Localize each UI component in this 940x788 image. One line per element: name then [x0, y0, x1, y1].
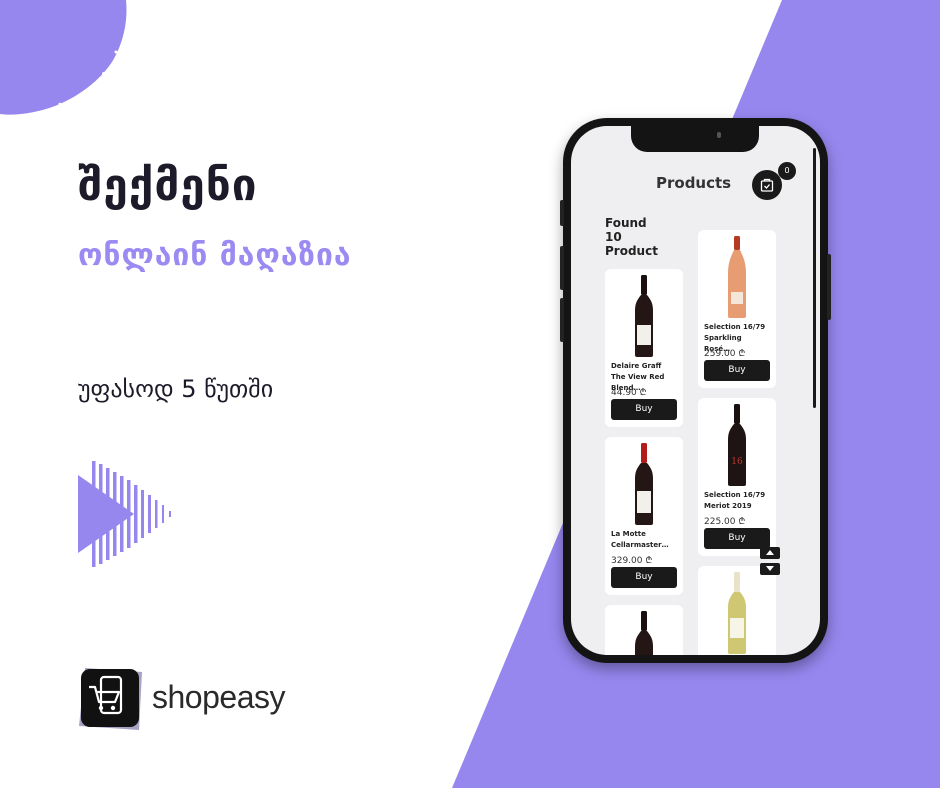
- power-button: [827, 254, 831, 320]
- rose-wine-bottle-icon: [728, 236, 746, 318]
- brand-name: shopeasy: [152, 679, 285, 715]
- svg-text:16: 16: [731, 457, 743, 467]
- product-card[interactable]: [698, 566, 776, 655]
- phone-screen: Products 0 Found 10 Product Delaire Graf…: [571, 126, 820, 655]
- product-price: 259.00 ₾: [704, 349, 746, 359]
- purple-corner-blob: [0, 0, 127, 115]
- buy-button[interactable]: Buy: [704, 528, 770, 549]
- buy-button[interactable]: Buy: [611, 399, 677, 420]
- phone-notch: [631, 126, 759, 152]
- product-price: 329.00 ₾: [611, 556, 653, 566]
- product-card[interactable]: La Motte Cellarmaster… 329.00 ₾ Buy: [605, 437, 683, 595]
- shopping-bag-icon: [760, 178, 774, 192]
- product-card[interactable]: 16 Selection 16/79 Meriot 2019 225.00 ₾ …: [698, 398, 776, 556]
- play-arrow-icon: [78, 461, 171, 567]
- red-wine-bottle-icon: 16: [728, 404, 746, 486]
- buy-button[interactable]: Buy: [611, 567, 677, 588]
- cart-count-badge: 0: [778, 162, 796, 180]
- scrollbar[interactable]: [813, 148, 816, 408]
- white-wine-bottle-icon: [728, 572, 746, 654]
- scroll-down-button[interactable]: [760, 563, 780, 575]
- product-price: 225.00 ₾: [704, 517, 746, 527]
- cart-phone-icon: [79, 668, 142, 730]
- found-count-label: Found 10 Product: [605, 216, 658, 258]
- app-title: Products: [656, 174, 732, 192]
- buy-button[interactable]: Buy: [704, 360, 770, 381]
- red-wine-bottle-icon: [635, 275, 653, 357]
- scroll-up-button[interactable]: [760, 547, 780, 559]
- product-card[interactable]: Selection 16/79 Sparkling Rosé… 259.00 ₾…: [698, 230, 776, 388]
- product-name: La Motte Cellarmaster…: [611, 530, 669, 549]
- product-card[interactable]: Delaire Graff The View Red Blend… 44.90 …: [605, 269, 683, 427]
- volume-up-button: [560, 246, 564, 290]
- arrow-up-icon: [766, 550, 774, 555]
- mute-switch: [560, 200, 564, 226]
- red-wine-bottle-icon: [635, 443, 653, 525]
- volume-down-button: [560, 298, 564, 342]
- product-card[interactable]: [605, 605, 683, 655]
- tagline: უფასოდ 5 წუთში: [78, 375, 274, 403]
- phone-mockup: Products 0 Found 10 Product Delaire Graf…: [560, 118, 831, 663]
- product-price: 44.90 ₾: [611, 388, 647, 398]
- headline: შექმენი: [78, 160, 258, 211]
- red-wine-bottle-icon: [635, 611, 653, 655]
- arrow-down-icon: [766, 566, 774, 571]
- subheadline: ონლაინ მაღაზია: [78, 238, 352, 273]
- product-name: Selection 16/79 Meriot 2019: [704, 491, 766, 510]
- cart-button[interactable]: [752, 170, 782, 200]
